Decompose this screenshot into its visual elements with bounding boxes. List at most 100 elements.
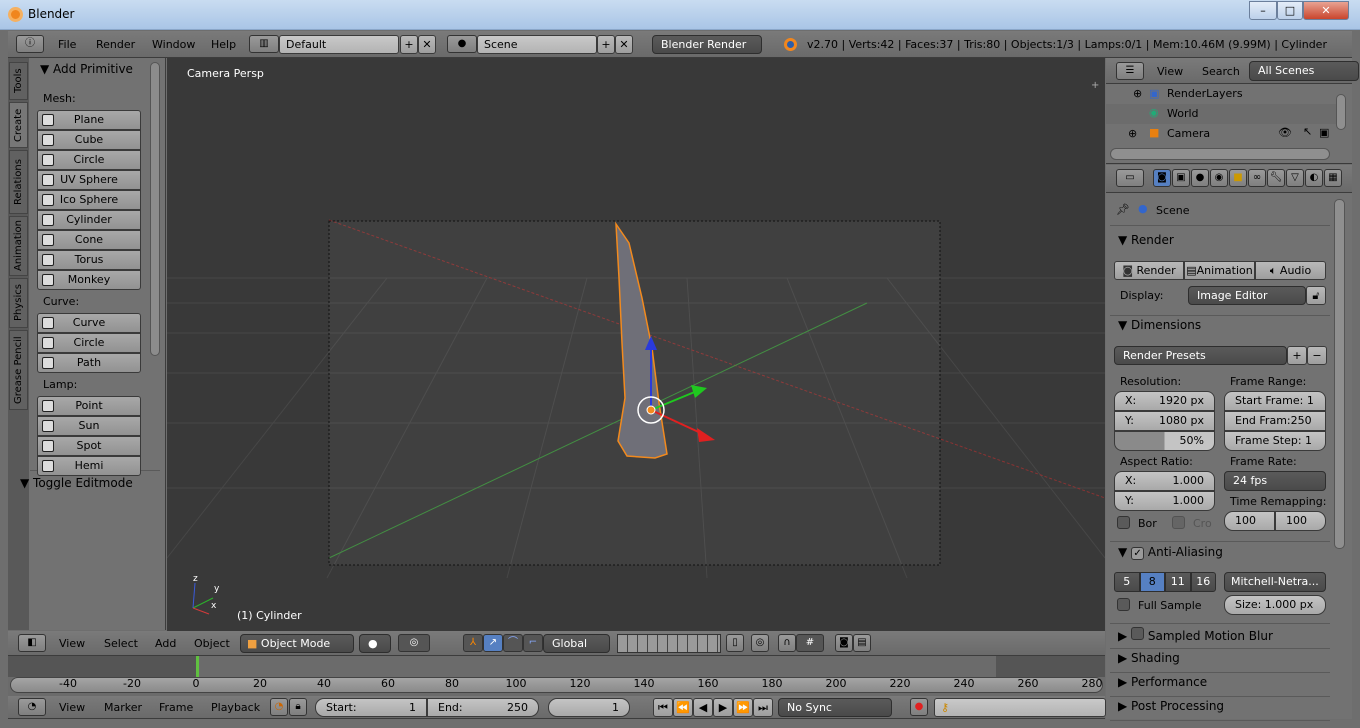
- anti-aliasing-panel-header[interactable]: ▼ ✓ Anti-Aliasing: [1118, 545, 1223, 560]
- aa-filter-select[interactable]: Mitchell-Netra...: [1224, 572, 1326, 592]
- layout-icon[interactable]: ▥: [249, 35, 279, 53]
- play-reverse-button[interactable]: ◀: [693, 698, 713, 717]
- play-button[interactable]: ▶: [713, 698, 733, 717]
- delete-layout-button[interactable]: ✕: [418, 35, 436, 54]
- orientation-select[interactable]: Global: [543, 634, 610, 653]
- mode-select[interactable]: ■ Object Mode: [240, 634, 354, 653]
- add-torus-button[interactable]: Torus: [37, 250, 141, 270]
- jump-end-button[interactable]: ⏭: [753, 698, 773, 717]
- pivot-icon[interactable]: ◎: [398, 634, 430, 652]
- menu-view[interactable]: View: [1157, 65, 1183, 78]
- timeline-scrollbar[interactable]: [10, 677, 1103, 693]
- animation-button[interactable]: ▤Animation: [1184, 261, 1255, 280]
- snap-element-icon[interactable]: #: [796, 634, 824, 652]
- remove-preset-button[interactable]: −: [1307, 346, 1327, 365]
- aa-sample-16[interactable]: 16: [1190, 572, 1216, 592]
- maximize-button[interactable]: □: [1277, 1, 1303, 20]
- add-hemi-button[interactable]: Hemi: [37, 456, 141, 476]
- audio-button[interactable]: 🔈︎ Audio: [1255, 261, 1326, 280]
- end-frame-field[interactable]: End Fram:250: [1224, 411, 1326, 431]
- aspect-x-field[interactable]: X: 1.000: [1114, 471, 1215, 491]
- tab-animation[interactable]: Animation: [9, 216, 28, 276]
- visibility-eye-icon[interactable]: 👁︎: [1278, 126, 1292, 139]
- filter-size-field[interactable]: Size: 1.000 px: [1224, 595, 1326, 615]
- translate-icon[interactable]: ↗: [483, 634, 503, 652]
- sync-select[interactable]: No Sync: [778, 698, 892, 717]
- manipulator-icon[interactable]: ⅄: [463, 634, 483, 652]
- aa-sample-5[interactable]: 5: [1114, 572, 1140, 592]
- render-panel-header[interactable]: ▼ Render: [1118, 233, 1174, 247]
- render-context-icon[interactable]: ◙: [1153, 169, 1171, 187]
- add-point-button[interactable]: Point: [37, 396, 141, 416]
- shading-panel-header[interactable]: ▶ Shading: [1118, 651, 1180, 665]
- add-sun-button[interactable]: Sun: [37, 416, 141, 436]
- pin-icon[interactable]: 📌︎: [1116, 203, 1130, 216]
- scene-field[interactable]: Scene: [477, 35, 597, 54]
- border-checkbox[interactable]: [1117, 516, 1130, 529]
- keying-set-field[interactable]: ⚷: [934, 698, 1106, 717]
- 3d-viewport[interactable]: Camera Persp y x z (1) Cylinder +: [167, 58, 1105, 631]
- add-layout-button[interactable]: +: [400, 35, 418, 54]
- outliner-item-renderlayers[interactable]: RenderLayers: [1167, 87, 1243, 100]
- add-curve-button[interactable]: Curve: [37, 313, 141, 333]
- add-spot-button[interactable]: Spot: [37, 436, 141, 456]
- render-presets-select[interactable]: Render Presets: [1114, 346, 1287, 365]
- outliner-editor-icon[interactable]: ☰: [1116, 62, 1144, 80]
- menu-view[interactable]: View: [59, 701, 85, 714]
- scale-icon[interactable]: ⌐: [523, 634, 543, 652]
- menu-add[interactable]: Add: [155, 637, 176, 650]
- menu-marker[interactable]: Marker: [104, 701, 142, 714]
- aa-sample-11[interactable]: 11: [1165, 572, 1191, 592]
- context-tabs[interactable]: ◙ ▣ ● ◉ ■ ∞ 🔧︎ ▽ ◐ ▦: [1153, 169, 1348, 189]
- constraints-context-icon[interactable]: ∞: [1248, 169, 1266, 187]
- minimize-button[interactable]: –: [1249, 1, 1277, 20]
- start-frame-field[interactable]: Start: 1: [315, 698, 427, 717]
- add-circle-button[interactable]: Circle: [37, 333, 141, 353]
- menu-playback[interactable]: Playback: [211, 701, 260, 714]
- menu-select[interactable]: Select: [104, 637, 138, 650]
- add-preset-button[interactable]: +: [1287, 346, 1307, 365]
- add-ico-sphere-button[interactable]: Ico Sphere: [37, 190, 141, 210]
- lock-icon[interactable]: 🔒︎: [289, 698, 307, 716]
- current-frame-indicator[interactable]: [196, 656, 199, 677]
- shading-select[interactable]: ●: [359, 634, 391, 653]
- outliner-filter-select[interactable]: All Scenes: [1249, 61, 1359, 81]
- outliner-hscrollbar[interactable]: [1110, 148, 1330, 160]
- toolshelf-scrollbar[interactable]: [150, 62, 160, 356]
- add-primitive-panel-header[interactable]: ▼ Add Primitive: [40, 62, 133, 76]
- performance-panel-header[interactable]: ▶ Performance: [1118, 675, 1207, 689]
- viewport-plus-icon[interactable]: +: [1091, 80, 1099, 91]
- resolution-y-field[interactable]: Y: 1080 px: [1114, 411, 1215, 431]
- outliner-item-camera[interactable]: Camera: [1167, 127, 1210, 140]
- record-icon[interactable]: ●: [910, 698, 928, 716]
- outliner-item-world[interactable]: World: [1167, 107, 1199, 120]
- close-button[interactable]: ✕: [1303, 1, 1349, 20]
- display-select[interactable]: Image Editor: [1188, 286, 1306, 305]
- toggle-editmode-panel[interactable]: ▼ Toggle Editmode: [20, 476, 133, 490]
- lock-layers-icon[interactable]: ▯: [726, 634, 744, 652]
- tab-create[interactable]: Create: [9, 102, 28, 148]
- add-cylinder-button[interactable]: Cylinder: [37, 210, 141, 230]
- resolution-percentage-slider[interactable]: 50%: [1114, 431, 1215, 451]
- texture-context-icon[interactable]: ▦: [1324, 169, 1342, 187]
- remap-new-field[interactable]: 100: [1275, 511, 1326, 531]
- tab-physics[interactable]: Physics: [9, 278, 28, 328]
- scene-context-icon[interactable]: ●: [1191, 169, 1209, 187]
- sampled-motion-blur-panel-header[interactable]: ▶ Sampled Motion Blur: [1118, 627, 1273, 643]
- post-processing-panel-header[interactable]: ▶ Post Processing: [1118, 699, 1224, 713]
- add-cube-button[interactable]: Cube: [37, 130, 141, 150]
- add-plane-button[interactable]: Plane: [37, 110, 141, 130]
- aa-sample-8[interactable]: 8: [1139, 572, 1165, 592]
- menu-file[interactable]: File: [58, 38, 76, 51]
- dimensions-panel-header[interactable]: ▼ Dimensions: [1118, 318, 1201, 332]
- remap-old-field[interactable]: 100: [1224, 511, 1275, 531]
- jump-start-button[interactable]: ⏮: [653, 698, 673, 717]
- menu-object[interactable]: Object: [194, 637, 230, 650]
- tab-tools[interactable]: Tools: [9, 62, 28, 100]
- menu-render[interactable]: Render: [96, 38, 135, 51]
- menu-frame[interactable]: Frame: [159, 701, 193, 714]
- frame-rate-select[interactable]: 24 fps: [1224, 471, 1326, 491]
- modifiers-context-icon[interactable]: 🔧︎: [1267, 169, 1285, 187]
- frame-step-field[interactable]: Frame Step: 1: [1224, 431, 1326, 451]
- data-context-icon[interactable]: ▽: [1286, 169, 1304, 187]
